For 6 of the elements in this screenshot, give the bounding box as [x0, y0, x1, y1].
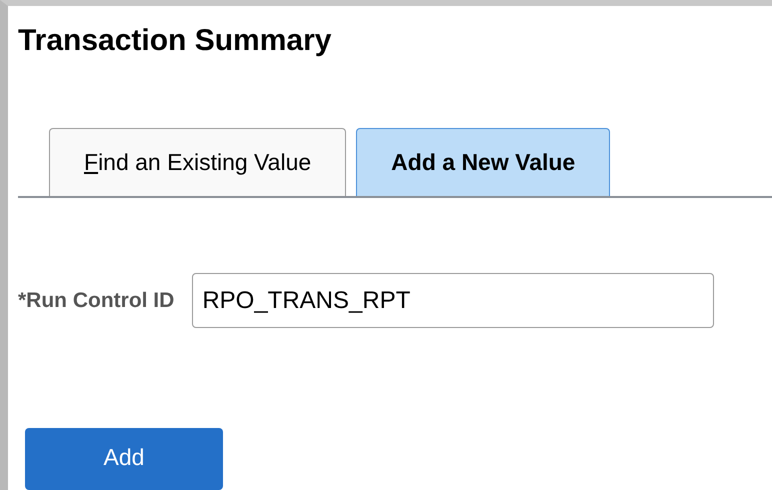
field-label: *Run Control ID [18, 288, 174, 312]
page-title: Transaction Summary [18, 23, 332, 59]
add-button[interactable]: Add [25, 428, 223, 490]
tab[interactable]: Add a New Value [356, 128, 610, 196]
run-control-id-field[interactable]: RPO_TRANS_RPT [192, 273, 714, 328]
tab[interactable]: Find an Existing Value [49, 128, 346, 196]
